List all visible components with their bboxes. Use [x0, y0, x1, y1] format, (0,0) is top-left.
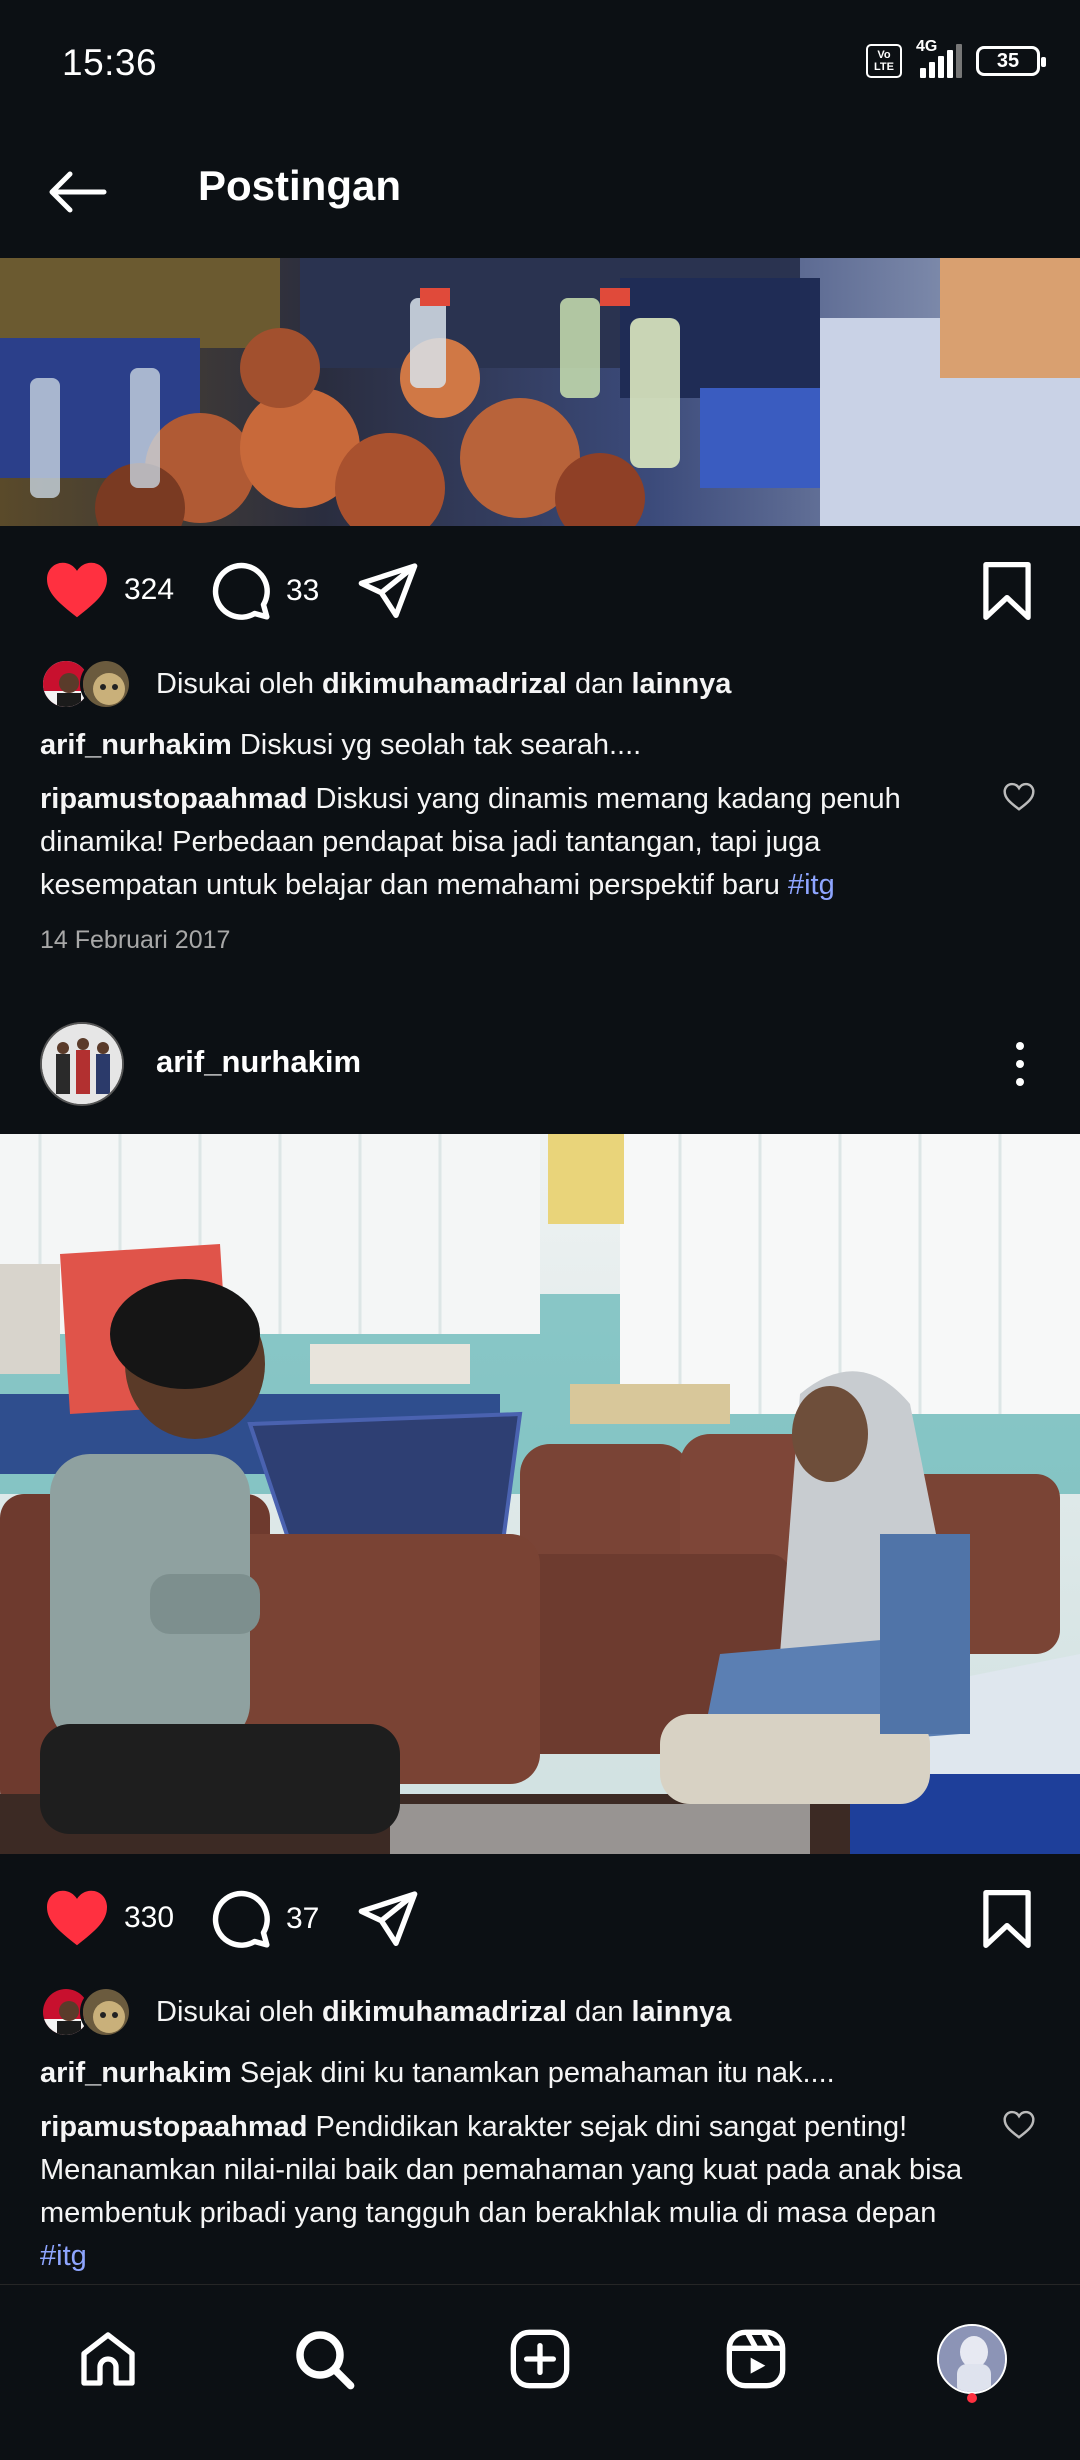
post-author-avatar[interactable] [40, 1022, 124, 1106]
page-title: Postingan [198, 162, 402, 209]
comment-button[interactable]: 33 [210, 560, 319, 622]
liked-avatars [40, 656, 140, 712]
liked-by-others[interactable]: lainnya [632, 668, 732, 701]
liker-avatar-2 [80, 658, 132, 710]
bookmark-icon [983, 562, 1031, 620]
caption-text: Sejak dini ku tanamkan pemahaman itu nak… [231, 2057, 835, 2089]
post-image-2[interactable] [0, 1134, 1080, 1854]
post-author-username[interactable]: arif_nurhakim [156, 1044, 361, 1080]
send-icon [358, 563, 418, 618]
status-bar: 15:36 Vo LTE 4G 35 [0, 0, 1080, 128]
heart-outline-icon [1003, 2110, 1035, 2139]
more-dot [1016, 1078, 1024, 1086]
heart-filled-icon [47, 1890, 107, 1946]
more-options-button[interactable] [1000, 1034, 1040, 1094]
battery-level: 35 [996, 49, 1020, 72]
create-icon [510, 2329, 570, 2389]
home-icon [81, 2332, 135, 2386]
post-1-comment: ripamustopaahmad Diskusi yang dinamis me… [40, 778, 970, 907]
comment-username[interactable]: ripamustopaahmad [40, 2111, 308, 2143]
caption-username[interactable]: arif_nurhakim [40, 2057, 232, 2089]
post-image-1[interactable] [0, 258, 1080, 526]
back-button[interactable] [36, 152, 116, 232]
comment-icon [212, 562, 270, 620]
nav-search[interactable] [284, 2319, 364, 2399]
nav-create[interactable] [500, 2319, 580, 2399]
liked-by-and: dan [567, 1995, 632, 2028]
signal-icon: 4G [916, 38, 962, 78]
liked-by-row[interactable]: Disukai oleh dikimuhamadrizal dan lainny… [40, 1984, 731, 2040]
profile-avatar [937, 2324, 1007, 2394]
comment-like-button[interactable] [1002, 2110, 1036, 2145]
like-count: 330 [124, 1901, 175, 1934]
post-2-header: arif_nurhakim [0, 1008, 1080, 1118]
post-2-comment: ripamustopaahmad Pendidikan karakter sej… [40, 2106, 970, 2278]
screen: 15:36 Vo LTE 4G 35 Postingan 324 33 Disu… [0, 0, 1080, 2460]
liked-by-user[interactable]: dikimuhamadrizal [322, 668, 567, 701]
top-app-bar: Postingan [0, 128, 1080, 258]
liked-by-row[interactable]: Disukai oleh dikimuhamadrizal dan lainny… [40, 656, 731, 712]
post-2-actions: 330 37 [0, 1864, 1080, 1974]
share-button[interactable] [356, 1888, 420, 1948]
comment-button[interactable]: 37 [210, 1888, 319, 1950]
comment-username[interactable]: ripamustopaahmad [40, 783, 308, 815]
nav-home[interactable] [68, 2319, 148, 2399]
liked-by-and: dan [567, 667, 632, 700]
status-time: 15:36 [62, 42, 158, 83]
post-1-actions: 324 33 [0, 536, 1080, 646]
more-dot [1016, 1060, 1024, 1068]
like-button[interactable]: 324 [44, 560, 174, 620]
liked-avatars [40, 1984, 140, 2040]
volte-icon: Vo LTE [866, 44, 902, 78]
notification-dot [967, 2393, 977, 2403]
comment-count: 37 [286, 1902, 320, 1935]
like-count: 324 [124, 573, 175, 606]
reels-icon [726, 2329, 786, 2389]
nav-reels[interactable] [716, 2319, 796, 2399]
send-icon [358, 1891, 418, 1947]
comment-hashtag[interactable]: #itg [40, 2240, 87, 2272]
liked-by-prefix: Disukai oleh [156, 667, 323, 700]
save-button[interactable] [980, 562, 1034, 625]
status-icons: Vo LTE 4G 35 [866, 38, 1046, 78]
comment-hashtag[interactable]: #itg [788, 869, 835, 901]
liker-avatar-2 [80, 1986, 132, 2038]
liked-by-prefix: Disukai oleh [156, 1995, 323, 2028]
nav-profile[interactable] [932, 2319, 1012, 2399]
bookmark-icon [983, 1890, 1031, 1948]
battery-icon: 35 [976, 46, 1046, 76]
liked-by-others[interactable]: lainnya [632, 1996, 732, 2029]
comment-like-button[interactable] [1002, 782, 1036, 817]
arrow-left-icon [49, 171, 107, 213]
comment-icon [212, 1890, 270, 1948]
heart-filled-icon [47, 562, 107, 618]
save-button[interactable] [980, 1890, 1034, 1953]
liked-by-user[interactable]: dikimuhamadrizal [322, 1996, 567, 2029]
share-button[interactable] [356, 560, 420, 620]
caption-username[interactable]: arif_nurhakim [40, 729, 232, 761]
search-icon [296, 2331, 355, 2390]
caption-text: Diskusi yg seolah tak searah.... [231, 729, 642, 761]
heart-outline-icon [1003, 782, 1035, 811]
like-button[interactable]: 330 [44, 1888, 174, 1948]
bottom-navigation [0, 2284, 1080, 2460]
post-date: 14 Februari 2017 [40, 926, 231, 954]
comment-count: 33 [286, 574, 320, 607]
more-dot [1016, 1042, 1024, 1050]
post-1-caption: arif_nurhakim Diskusi yg seolah tak sear… [40, 724, 1000, 767]
network-type: 4G [916, 38, 938, 55]
post-2-caption: arif_nurhakim Sejak dini ku tanamkan pem… [40, 2052, 1000, 2095]
